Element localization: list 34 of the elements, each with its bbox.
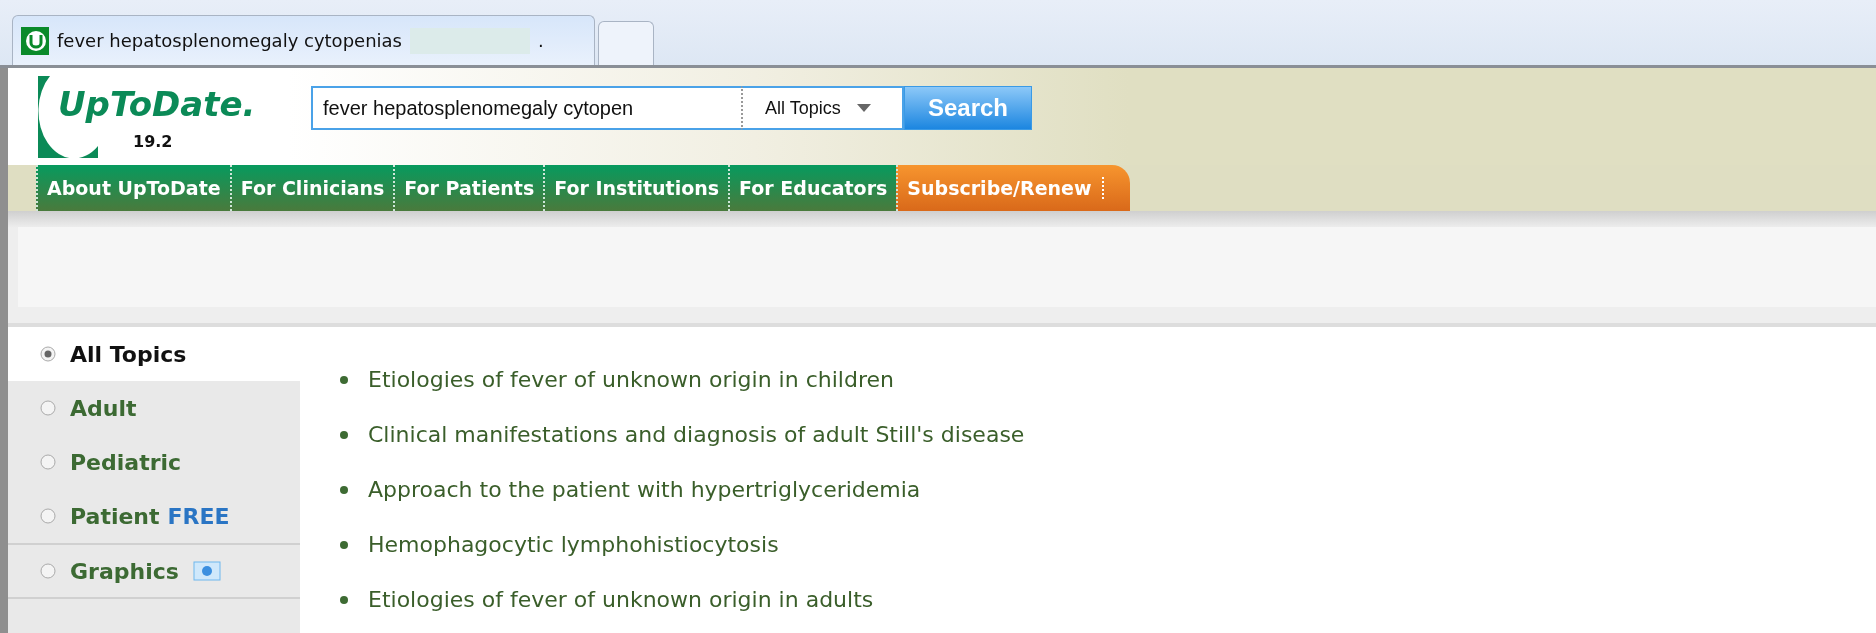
new-tab[interactable]: [598, 21, 654, 65]
nav-link[interactable]: For Educators: [728, 165, 897, 211]
filter-option[interactable]: Patient FREE: [8, 489, 300, 543]
nav-link[interactable]: For Patients: [393, 165, 544, 211]
bullet-icon: [340, 540, 348, 549]
filter-option[interactable]: Adult: [8, 381, 300, 435]
bullet-icon: [340, 430, 348, 439]
browser-tab[interactable]: fever hepatosplenomegaly cytopenias .: [12, 15, 595, 65]
version-label: 19.2: [133, 132, 173, 151]
result-link[interactable]: Clinical manifestations and diagnosis of adult Still's disease: [368, 422, 1025, 447]
nav-link[interactable]: For Institutions: [543, 165, 729, 211]
radio-button[interactable]: [40, 508, 56, 524]
result-link[interactable]: Hemophagocytic lymphohistiocytosis: [368, 532, 779, 557]
bullet-icon: [340, 375, 348, 384]
caret-icon: [856, 104, 871, 112]
tab-title-end: .: [537, 30, 544, 51]
radio-button[interactable]: [40, 400, 56, 416]
nav-link[interactable]: About UpToDate: [36, 165, 230, 211]
radio-button[interactable]: [40, 346, 56, 362]
filter-option[interactable]: Graphics: [8, 543, 300, 597]
tab-title: fever hepatosplenomegaly cytopenias: [57, 30, 402, 51]
bullet-icon: [340, 595, 348, 604]
filter-option[interactable]: Pediatric: [8, 435, 300, 489]
search-field[interactable]: fever hepatosplenomegaly cytopen: [311, 86, 741, 130]
result-link[interactable]: Approach to the patient with hypertriglyceridemia: [368, 477, 921, 502]
result-link[interactable]: Etiologies of fever of unknown origin in adults: [368, 587, 874, 612]
nav-link[interactable]: Subscribe/Renew: [896, 165, 1130, 211]
clock-logo-icon: [21, 26, 49, 55]
scope-dropdown[interactable]: All Topics: [741, 86, 904, 130]
radio-button[interactable]: [40, 454, 56, 470]
result-link[interactable]: Etiologies of fever of unknown origin in children: [368, 367, 894, 392]
bullet-icon: [340, 485, 348, 494]
nav-link[interactable]: For Clinicians: [229, 165, 394, 211]
radio-button[interactable]: [40, 563, 56, 579]
